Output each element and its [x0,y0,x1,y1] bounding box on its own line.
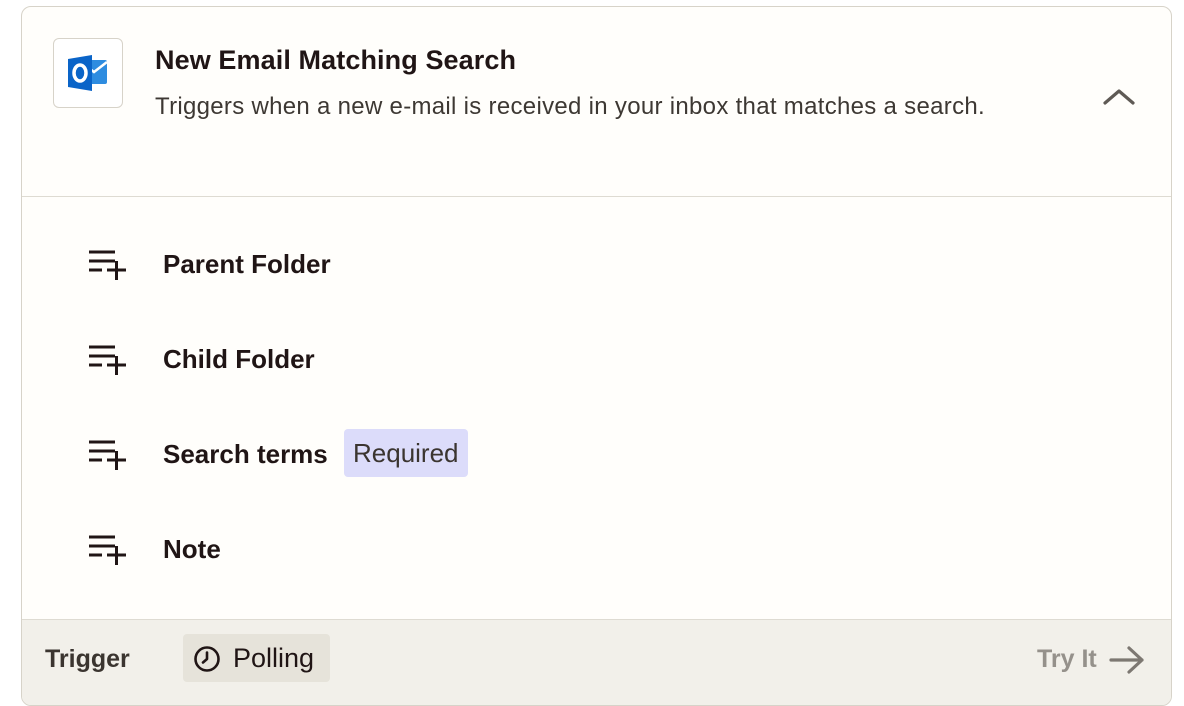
field-search-terms[interactable]: Search terms Required [22,426,1171,486]
chevron-up-icon[interactable] [1097,81,1141,111]
arrow-right-icon [1109,646,1144,674]
trigger-footer: Trigger Polling Try It [22,619,1171,705]
add-field-icon [89,343,127,379]
outlook-logo-icon [53,38,123,108]
clock-icon [194,646,220,672]
field-label: Child Folder [163,344,315,374]
polling-badge: Polling [183,634,330,682]
try-it-button[interactable]: Try It [1037,642,1152,678]
field-label: Note [163,534,221,564]
required-badge: Required [344,429,468,477]
add-field-icon [89,533,127,569]
trigger-card: New Email Matching Search Triggers when … [21,6,1172,706]
step-type-label: Trigger [45,645,130,673]
polling-label: Polling [233,643,315,673]
field-list: Parent Folder Child Folder Search terms … [22,197,1171,619]
field-note[interactable]: Note [22,521,1171,581]
add-field-icon [89,248,127,284]
field-label: Search terms [163,439,328,469]
add-field-icon [89,438,127,474]
field-label: Parent Folder [163,249,331,279]
field-parent-folder[interactable]: Parent Folder [22,236,1171,296]
trigger-description: Triggers when a new e-mail is received i… [155,93,985,120]
try-it-label: Try It [1037,645,1097,673]
trigger-title: New Email Matching Search [155,45,517,75]
trigger-card-header[interactable]: New Email Matching Search Triggers when … [22,7,1171,197]
field-child-folder[interactable]: Child Folder [22,331,1171,391]
